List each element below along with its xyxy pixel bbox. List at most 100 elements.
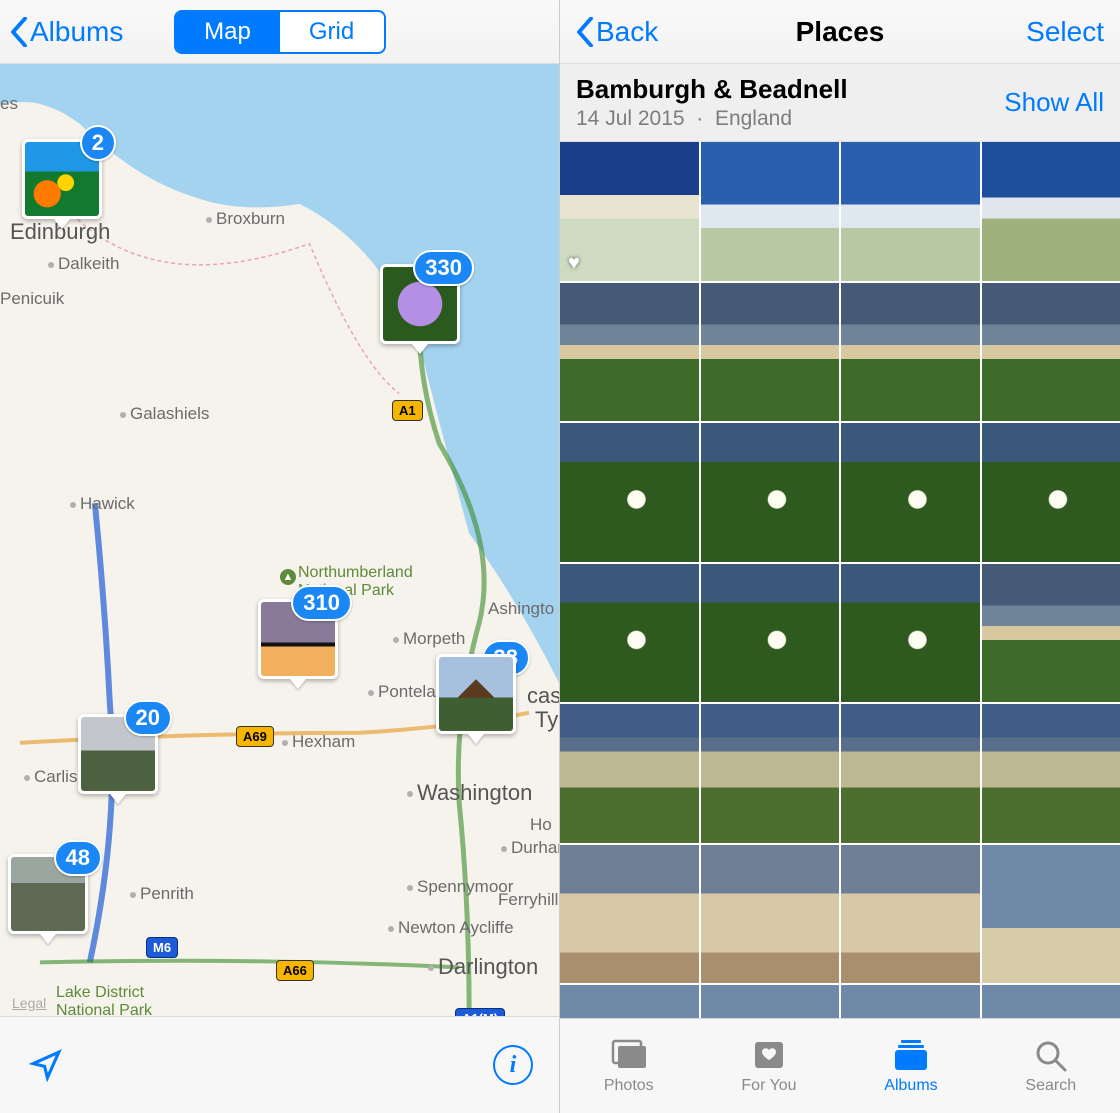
photos-icon [608, 1037, 650, 1073]
back-button[interactable]: Albums [10, 16, 123, 48]
photo-thumbnail[interactable] [560, 423, 699, 562]
road-shield: A1(M) [455, 1008, 505, 1016]
pin-count-badge: 20 [124, 700, 172, 736]
map-photo-pin[interactable]: 2 [22, 139, 102, 229]
photo-thumbnail[interactable] [982, 564, 1120, 703]
photo-thumbnail[interactable] [841, 142, 980, 281]
photo-thumbnail[interactable] [701, 423, 840, 562]
park-label: National Park [56, 1002, 152, 1016]
page-title: Places [796, 16, 885, 48]
photo-thumbnail[interactable] [982, 704, 1120, 843]
photo-thumbnail[interactable] [701, 845, 840, 984]
photo-thumbnail[interactable] [560, 985, 699, 1018]
chevron-left-icon [10, 17, 28, 47]
photo-thumbnail[interactable] [841, 564, 980, 703]
map-canvas[interactable]: es Edinburgh Dalkeith Penicuik Broxburn … [0, 64, 559, 1016]
photo-thumbnail[interactable] [982, 142, 1120, 281]
legal-link[interactable]: Legal [12, 995, 46, 1011]
pin-thumbnail [436, 654, 516, 734]
photo-thumbnail[interactable] [701, 142, 840, 281]
location-arrow-icon [29, 1048, 63, 1082]
map-toolbar: i [0, 1016, 559, 1113]
view-segmented-control[interactable]: Map Grid [174, 10, 386, 54]
photo-thumbnail[interactable] [841, 423, 980, 562]
photo-thumbnail[interactable] [841, 985, 980, 1018]
photo-thumbnail[interactable] [701, 283, 840, 422]
photo-thumbnail[interactable] [841, 283, 980, 422]
map-label: Dalkeith [48, 254, 119, 274]
select-button[interactable]: Select [1026, 16, 1104, 48]
segment-grid[interactable]: Grid [280, 12, 384, 52]
map-label: cas [527, 683, 559, 709]
map-photo-pin[interactable]: 38 [436, 654, 516, 744]
map-label: Washington [407, 780, 532, 806]
photo-thumbnail[interactable] [841, 845, 980, 984]
park-label: Northumberland [298, 564, 413, 582]
segment-map[interactable]: Map [176, 12, 280, 52]
map-label: Penicuik [0, 289, 64, 309]
park-badge-icon: ▲ [280, 569, 296, 585]
section-header: Bamburgh & Beadnell 14 Jul 2015 · Englan… [560, 64, 1120, 142]
map-label: es [0, 94, 18, 114]
info-button[interactable]: i [493, 1045, 533, 1085]
photo-thumbnail[interactable] [560, 283, 699, 422]
back-label: Albums [30, 16, 123, 48]
road-shield: M6 [146, 937, 178, 958]
map-label: Newton Aycliffe [388, 918, 514, 938]
pin-count-badge: 330 [413, 250, 474, 286]
chevron-left-icon [576, 17, 594, 47]
map-label: Ferryhill [498, 890, 558, 910]
map-label: Galashiels [120, 404, 209, 424]
map-photo-pin[interactable]: 20 [78, 714, 158, 804]
photo-thumbnail[interactable] [841, 704, 980, 843]
park-label: Lake District [56, 984, 144, 1002]
locate-me-button[interactable] [26, 1045, 66, 1085]
map-label: Penrith [130, 884, 194, 904]
map-label: Ho [530, 815, 552, 835]
search-icon [1030, 1037, 1072, 1073]
photo-thumbnail[interactable] [982, 283, 1120, 422]
photo-thumbnail[interactable] [560, 845, 699, 984]
photo-thumbnail[interactable] [982, 985, 1120, 1018]
photo-thumbnail[interactable]: ♥ [560, 142, 699, 281]
map-label: Ty [535, 707, 558, 733]
albums-icon [890, 1037, 932, 1073]
favorite-heart-icon: ♥ [568, 252, 580, 275]
photo-grid: ♥ [560, 142, 1120, 1018]
photo-thumbnail[interactable] [560, 704, 699, 843]
tab-label: Search [1025, 1077, 1076, 1095]
map-photo-pin[interactable]: 310 [258, 599, 338, 689]
map-photo-pin[interactable]: 330 [380, 264, 460, 354]
photo-thumbnail[interactable] [701, 985, 840, 1018]
tab-label: Photos [604, 1077, 654, 1095]
pin-count-badge: 310 [291, 585, 352, 621]
map-label: Ashingto [488, 599, 554, 619]
photo-thumbnail[interactable] [982, 845, 1120, 984]
tab-photos[interactable]: Photos [604, 1037, 654, 1095]
tab-albums[interactable]: Albums [884, 1037, 937, 1095]
nav-bar: Albums Map Grid [0, 0, 559, 64]
photo-thumbnail[interactable] [560, 564, 699, 703]
map-label: Darlington [428, 954, 538, 980]
nav-bar: Back Places Select [560, 0, 1120, 64]
show-all-button[interactable]: Show All [1004, 87, 1104, 118]
photo-thumbnail[interactable] [701, 704, 840, 843]
map-label: Hexham [282, 732, 355, 752]
pin-count-badge: 48 [54, 840, 102, 876]
map-photo-pin[interactable]: 48 [8, 854, 88, 944]
map-label: Morpeth [393, 629, 465, 649]
back-button[interactable]: Back [576, 16, 658, 48]
photo-thumbnail[interactable] [982, 423, 1120, 562]
for-you-icon [748, 1037, 790, 1073]
section-subtitle: 14 Jul 2015 · England [576, 107, 848, 131]
tab-for-you[interactable]: For You [741, 1037, 796, 1095]
section-title: Bamburgh & Beadnell [576, 74, 848, 105]
photo-grid-area[interactable]: ♥ [560, 142, 1120, 1018]
road-shield: A1 [392, 400, 423, 421]
map-pane: Albums Map Grid es Edinburgh Dalkeith Pe… [0, 0, 560, 1113]
road-shield: A69 [236, 726, 274, 747]
photo-thumbnail[interactable] [701, 564, 840, 703]
map-label: Durham [501, 838, 559, 858]
tab-search[interactable]: Search [1025, 1037, 1076, 1095]
pin-count-badge: 2 [80, 125, 116, 161]
